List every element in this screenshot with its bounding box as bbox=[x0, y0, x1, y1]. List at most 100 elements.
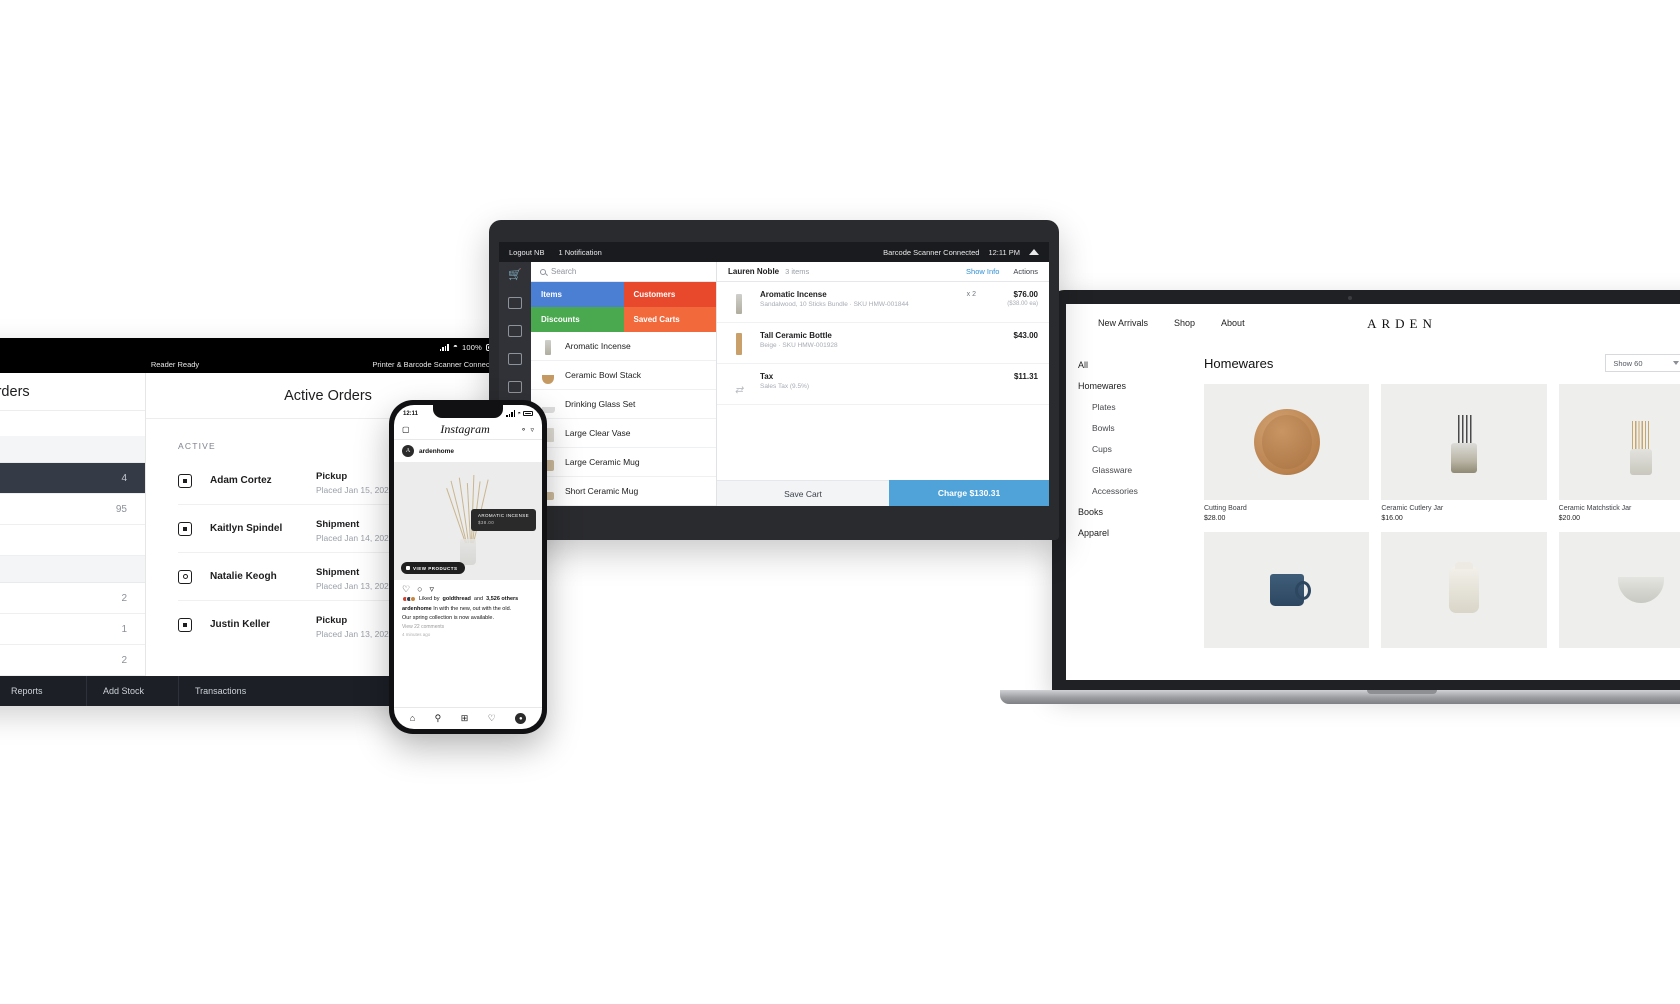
sidebar-item-plates[interactable]: Plates bbox=[1078, 396, 1198, 417]
igtv-icon[interactable]: ⚬ bbox=[521, 426, 527, 434]
product-card[interactable] bbox=[1204, 532, 1370, 648]
facet-active-count: 4 bbox=[121, 472, 127, 484]
facet-pickup[interactable]: Pickup 2 bbox=[0, 645, 145, 676]
profile-icon[interactable]: ● bbox=[515, 713, 527, 724]
pos-scanner-status: Barcode Scanner Connected bbox=[883, 247, 980, 257]
item-name: Large Ceramic Mug bbox=[565, 457, 640, 467]
tile-items[interactable]: Items bbox=[531, 282, 624, 307]
site-nav: New Arrivals Shop About bbox=[1066, 304, 1680, 342]
cart-customer-name[interactable]: Lauren Noble bbox=[728, 267, 779, 276]
view-products-button[interactable]: VIEW PRODUCTS bbox=[401, 562, 465, 574]
like-icon[interactable]: ♡ bbox=[402, 585, 410, 594]
sidebar-item-glassware[interactable]: Glassware bbox=[1078, 459, 1198, 480]
tile-discounts[interactable]: Discounts bbox=[531, 307, 624, 332]
pos-clock: 12:11 PM bbox=[988, 247, 1020, 257]
sidebar-item-apparel[interactable]: Apparel bbox=[1078, 522, 1198, 543]
product-tag[interactable]: AROMATIC INCENSE $38.00 bbox=[470, 509, 537, 531]
nav-add-stock[interactable]: Add Stock bbox=[86, 676, 178, 706]
post-caption-2: Our spring collection is now available. bbox=[394, 614, 542, 623]
home-icon[interactable]: ⌂ bbox=[410, 714, 415, 723]
nav-new-arrivals[interactable]: New Arrivals bbox=[1098, 318, 1148, 328]
wifi-icon: ◓ bbox=[517, 410, 521, 417]
product-image bbox=[1558, 532, 1680, 648]
product-image bbox=[1381, 532, 1547, 648]
product-card[interactable] bbox=[1381, 532, 1547, 648]
sidebar-item-books[interactable]: Books bbox=[1078, 501, 1198, 522]
cart-footer: Save Cart Charge $130.31 bbox=[717, 480, 1049, 506]
add-post-icon[interactable]: ⊞ bbox=[461, 714, 469, 723]
search-placeholder: Search bbox=[551, 267, 577, 276]
cart-line-unit-price: ($38.00 ea) bbox=[1007, 301, 1038, 307]
product-grid-header: Homewares Show 60 Sort bbox=[1204, 354, 1680, 372]
nav-about[interactable]: About bbox=[1221, 318, 1245, 328]
table-row[interactable]: Aromatic Incense Sandalwood, 10 Sticks B… bbox=[717, 282, 1049, 323]
transfers-icon[interactable] bbox=[508, 353, 522, 365]
tile-saved-carts[interactable]: Saved Carts bbox=[623, 307, 716, 332]
activity-icon[interactable]: ♡ bbox=[488, 714, 496, 723]
product-image bbox=[1558, 384, 1680, 500]
cart-line-items: Aromatic Incense Sandalwood, 10 Sticks B… bbox=[717, 282, 1049, 480]
sidebar-item-all[interactable]: All bbox=[1078, 354, 1198, 375]
list-item[interactable]: Large Ceramic Mug bbox=[531, 448, 716, 477]
show-count-select[interactable]: Show 60 bbox=[1605, 354, 1680, 372]
item-name: Aromatic Incense bbox=[565, 341, 631, 351]
list-item[interactable]: Large Clear Vase bbox=[531, 419, 716, 448]
list-item[interactable]: Drinking Glass Set bbox=[531, 390, 716, 419]
inventory-icon[interactable] bbox=[508, 325, 522, 337]
product-card[interactable] bbox=[1558, 532, 1680, 648]
camera-icon[interactable]: ▢ bbox=[402, 425, 410, 434]
page-title: Homewares bbox=[1204, 355, 1274, 371]
catalog-icon[interactable] bbox=[508, 381, 522, 393]
facet-delivery[interactable]: Delivery 2 bbox=[0, 583, 145, 614]
desktop-device: Logout NB 1 Notification Barcode Scanner… bbox=[489, 220, 1059, 540]
nav-transactions[interactable]: Transactions bbox=[178, 676, 270, 706]
product-title: Ceramic Cutlery Jar bbox=[1381, 505, 1444, 512]
caption-author[interactable]: ardenhome bbox=[402, 606, 432, 612]
list-item[interactable]: Short Ceramic Mug bbox=[531, 477, 716, 506]
search-icon[interactable]: ⚲ bbox=[435, 714, 442, 723]
actions-button[interactable]: Actions bbox=[1013, 267, 1038, 276]
sidebar-item-homewares[interactable]: Homewares bbox=[1078, 375, 1198, 396]
sidebar-item-bowls[interactable]: Bowls bbox=[1078, 417, 1198, 438]
caption-line-2: Our spring collection is now available. bbox=[402, 614, 495, 621]
post-author-row[interactable]: A ardenhome bbox=[394, 440, 542, 462]
facet-completed[interactable]: Completed bbox=[0, 525, 145, 556]
product-title: Cutting Board bbox=[1204, 505, 1247, 512]
nav-reports[interactable]: Reports bbox=[0, 676, 86, 706]
post-image[interactable]: AROMATIC INCENSE $38.00 VIEW PRODUCTS bbox=[394, 462, 542, 580]
list-item[interactable]: Ceramic Bowl Stack bbox=[531, 361, 716, 390]
direct-message-icon[interactable]: ▿ bbox=[530, 426, 534, 434]
nav-shop[interactable]: Shop bbox=[1174, 318, 1195, 328]
post-caption: ardenhome In with the new, out with the … bbox=[394, 602, 542, 614]
product-card[interactable]: Cutting Board $28.00 bbox=[1204, 384, 1370, 522]
pos-cart-panel: Lauren Noble 3 items Show Info Actions A… bbox=[717, 262, 1049, 506]
view-comments-link[interactable]: View 22 comments bbox=[394, 622, 542, 630]
save-cart-button[interactable]: Save Cart bbox=[717, 480, 889, 506]
tile-customers[interactable]: Customers bbox=[623, 282, 716, 307]
table-row[interactable]: Tall Ceramic Bottle Beige · SKU HMW-0019… bbox=[717, 323, 1049, 364]
share-icon[interactable]: ▿ bbox=[430, 585, 435, 594]
orders-title: Orders bbox=[0, 373, 145, 412]
comment-icon[interactable]: ○ bbox=[417, 585, 422, 594]
product-card[interactable]: Ceramic Cutlery Jar $16.00 bbox=[1381, 384, 1547, 522]
orders-icon[interactable] bbox=[508, 297, 522, 309]
item-name: Ceramic Bowl Stack bbox=[565, 370, 642, 380]
search-input[interactable]: Search bbox=[531, 262, 716, 282]
cart-icon[interactable]: 🛒 bbox=[508, 269, 522, 281]
facet-active[interactable]: Active 4 bbox=[0, 463, 145, 494]
reader-status-label: Reader Ready bbox=[150, 360, 200, 369]
show-info-link[interactable]: Show Info bbox=[966, 267, 999, 276]
charge-button[interactable]: Charge $130.31 bbox=[889, 480, 1049, 506]
product-card[interactable]: Ceramic Matchstick Jar $20.00 bbox=[1558, 384, 1680, 522]
facet-curbside[interactable]: Curbside 1 bbox=[0, 614, 145, 645]
list-item[interactable]: Aromatic Incense bbox=[531, 332, 716, 361]
sidebar-item-cups[interactable]: Cups bbox=[1078, 438, 1198, 459]
product-thumbnail bbox=[540, 367, 556, 384]
sidebar-item-accessories[interactable]: Accessories bbox=[1078, 480, 1198, 501]
facet-upcoming[interactable]: Upcoming 95 bbox=[0, 494, 145, 525]
pos-logout-label[interactable]: Logout NB bbox=[509, 248, 544, 257]
order-placed-date: Placed Jan 14, 2020 bbox=[316, 533, 394, 543]
cellular-signal-icon bbox=[439, 343, 449, 351]
product-thumbnail bbox=[540, 338, 556, 355]
pos-notification-label[interactable]: 1 Notification bbox=[558, 248, 601, 257]
